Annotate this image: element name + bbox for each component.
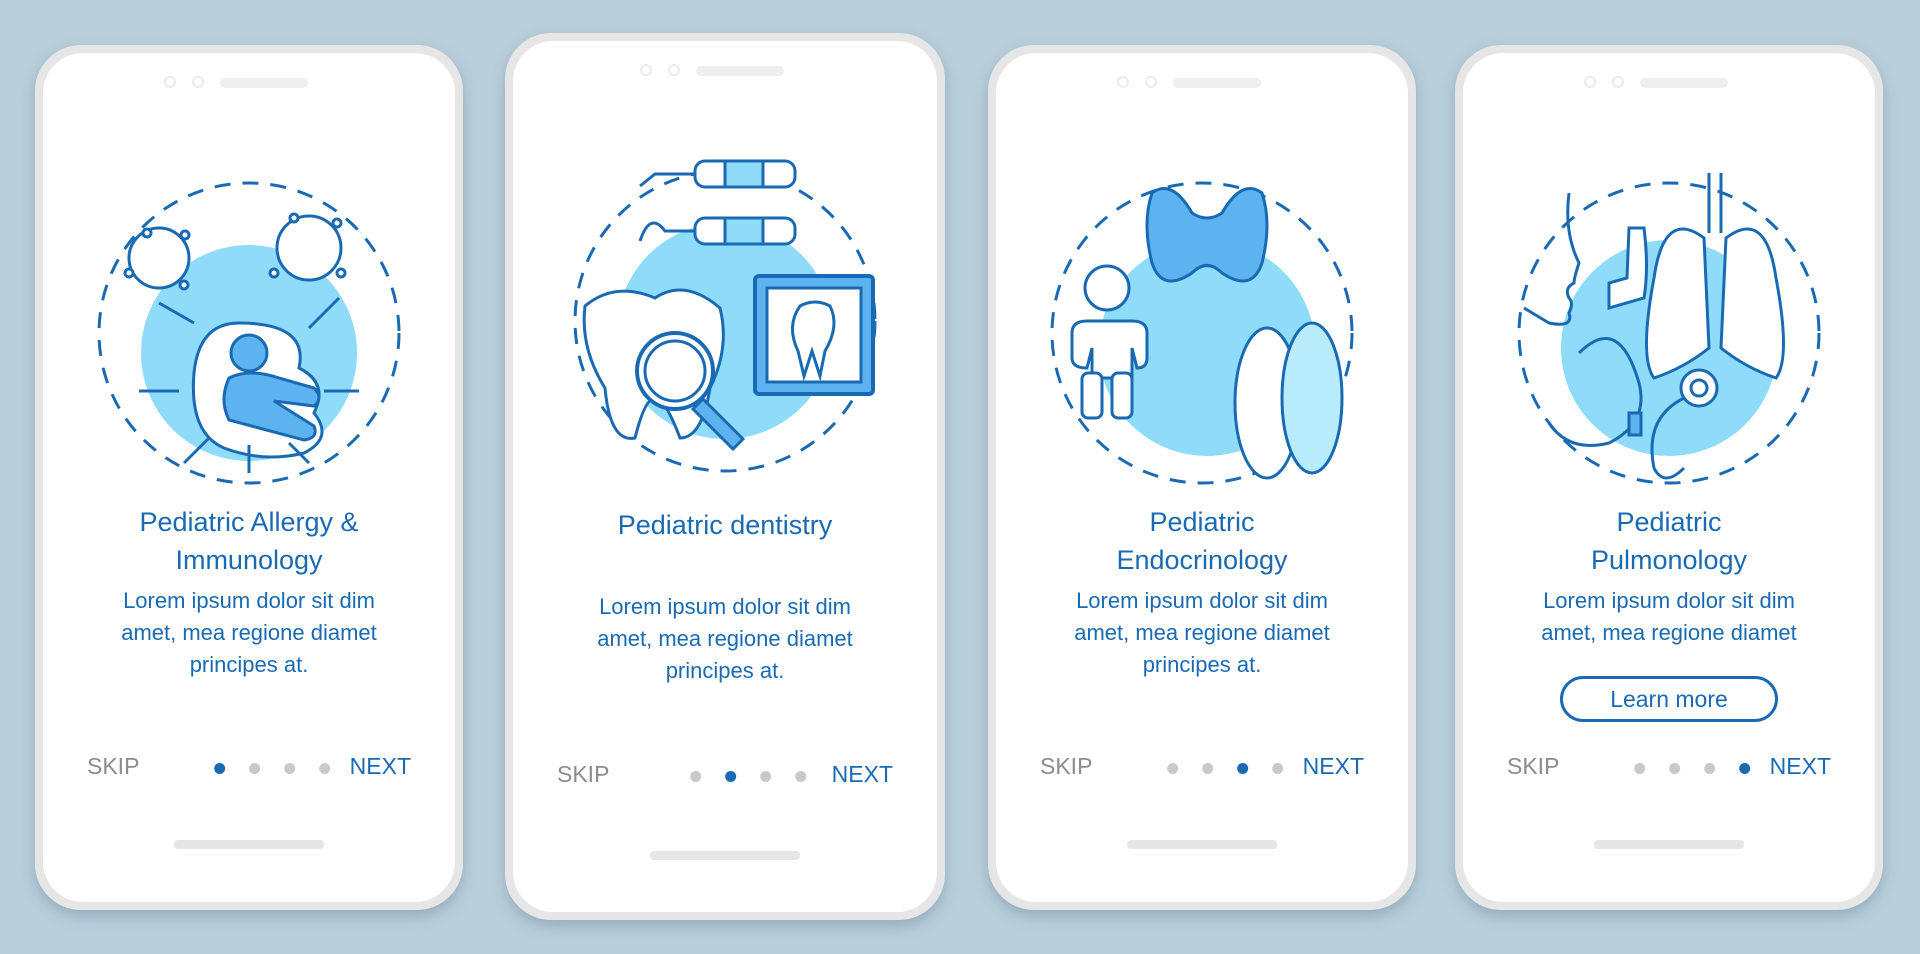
camera-dot xyxy=(192,76,204,88)
page-indicator xyxy=(1167,763,1284,774)
speaker xyxy=(696,66,784,76)
page-dot-1[interactable] xyxy=(214,763,226,774)
camera-dot xyxy=(668,64,680,76)
screen-title: Pediatric dentistry xyxy=(617,510,833,540)
page-dot-3[interactable] xyxy=(1704,763,1716,774)
next-button[interactable]: NEXT xyxy=(1303,753,1364,780)
camera-notch xyxy=(1584,75,1754,91)
skip-button[interactable]: SKIP xyxy=(557,761,609,788)
speaker xyxy=(220,78,308,88)
page-indicator xyxy=(1634,763,1751,774)
camera-dot xyxy=(1117,76,1129,88)
next-button[interactable]: NEXT xyxy=(832,761,893,788)
camera-notch xyxy=(1117,75,1287,91)
phone-screen-1: Pediatric Allergy & Immunology Lorem ipsu… xyxy=(35,45,463,910)
home-indicator[interactable] xyxy=(1127,840,1277,849)
page-dot-4[interactable] xyxy=(1739,763,1751,774)
next-button[interactable]: NEXT xyxy=(1770,753,1831,780)
page-dot-1[interactable] xyxy=(1167,763,1179,774)
camera-dot xyxy=(640,64,652,76)
page-dot-2[interactable] xyxy=(249,763,261,774)
pulmonology-illustration xyxy=(1517,173,1821,485)
page-dot-4[interactable] xyxy=(795,771,807,782)
screen-description: Lorem ipsum dolor sit dim amet, mea regio… xyxy=(1541,588,1797,645)
onboarding-nav: SKIP NEXT xyxy=(996,753,1408,783)
speaker xyxy=(1640,78,1728,88)
dental-tool-icon xyxy=(638,216,797,246)
screen-title: Pediatric Pulmonology xyxy=(1590,507,1748,575)
allergy-immunology-illustration xyxy=(97,181,401,485)
skip-button[interactable]: SKIP xyxy=(1040,753,1092,780)
speaker xyxy=(1173,78,1261,88)
phone-screen-2: Pediatric dentistry Lorem ipsum dolor si… xyxy=(505,33,945,920)
adrenal-gland-icon xyxy=(1233,321,1344,480)
page-indicator xyxy=(214,763,331,774)
learn-more-button[interactable]: Learn more xyxy=(1560,676,1778,722)
camera-notch xyxy=(640,63,810,79)
screen-title: Pediatric Endocrinology xyxy=(1116,507,1288,575)
page-dot-3[interactable] xyxy=(1237,763,1249,774)
camera-notch xyxy=(164,75,334,91)
camera-dot xyxy=(1612,76,1624,88)
screen: Pediatric Pulmonology Lorem ipsum dolor s… xyxy=(1463,53,1875,902)
skip-button[interactable]: SKIP xyxy=(1507,753,1559,780)
page-dot-3[interactable] xyxy=(284,763,296,774)
camera-dot xyxy=(164,76,176,88)
skip-button[interactable]: SKIP xyxy=(87,753,139,780)
page-dot-2[interactable] xyxy=(1669,763,1681,774)
page-dot-2[interactable] xyxy=(1202,763,1214,774)
dentistry-illustration xyxy=(573,159,877,473)
onboarding-nav: SKIP NEXT xyxy=(43,753,455,783)
screen-description: Lorem ipsum dolor sit dim amet, mea regio… xyxy=(121,588,377,677)
camera-dot xyxy=(1584,76,1596,88)
endocrinology-illustration xyxy=(1050,181,1354,485)
home-indicator[interactable] xyxy=(1594,840,1744,849)
next-button[interactable]: NEXT xyxy=(350,753,411,780)
screen: Pediatric Endocrinology Lorem ipsum dolor… xyxy=(996,53,1408,902)
screen-description: Lorem ipsum dolor sit dim amet, mea regio… xyxy=(597,594,853,683)
screen: Pediatric Allergy & Immunology Lorem ipsu… xyxy=(43,53,455,902)
screen-description: Lorem ipsum dolor sit dim amet, mea regio… xyxy=(1074,588,1330,677)
xray-tooth-icon xyxy=(753,274,875,396)
dental-tool-icon xyxy=(639,159,797,189)
camera-dot xyxy=(1145,76,1157,88)
screen: Pediatric dentistry Lorem ipsum dolor si… xyxy=(513,41,937,912)
onboarding-nav: SKIP NEXT xyxy=(1463,753,1875,783)
face-profile-icon xyxy=(1523,192,1581,326)
page-dot-4[interactable] xyxy=(319,763,331,774)
phone-screen-3: Pediatric Endocrinology Lorem ipsum dolor… xyxy=(988,45,1416,910)
page-dot-2[interactable] xyxy=(725,771,737,782)
home-indicator[interactable] xyxy=(650,851,800,860)
onboarding-nav: SKIP NEXT xyxy=(513,761,937,791)
page-dot-1[interactable] xyxy=(1634,763,1646,774)
page-dot-3[interactable] xyxy=(760,771,772,782)
phone-screen-4: Pediatric Pulmonology Lorem ipsum dolor s… xyxy=(1455,45,1883,910)
screen-title: Pediatric Allergy & Immunology xyxy=(139,507,359,575)
page-indicator xyxy=(690,771,807,782)
home-indicator[interactable] xyxy=(174,840,324,849)
page-dot-4[interactable] xyxy=(1272,763,1284,774)
page-dot-1[interactable] xyxy=(690,771,702,782)
